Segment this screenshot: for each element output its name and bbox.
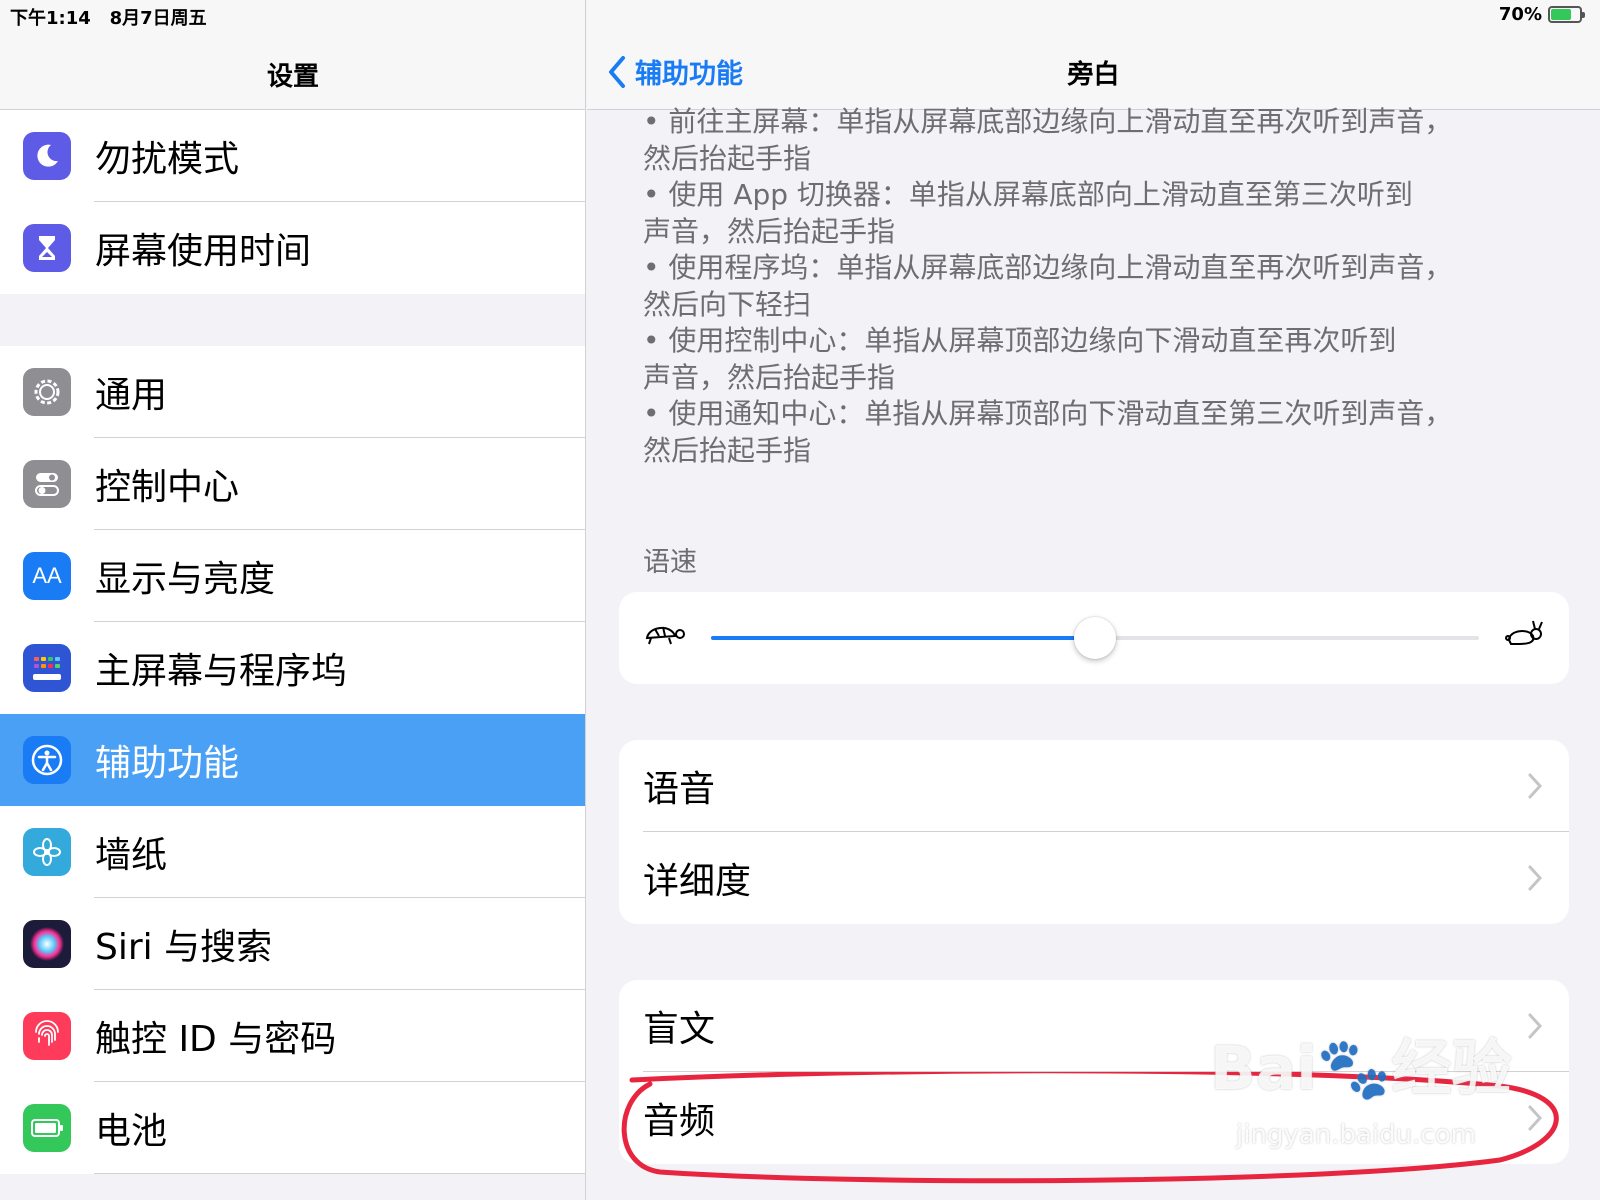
sidebar-item-do-not-disturb[interactable]: 勿扰模式 [0, 110, 585, 202]
voiceover-gesture-help: • 前往主屏幕：单指从屏幕底部边缘向上滑动直至再次听到声音， 然后抬起手指 • … [643, 104, 1543, 469]
row-divider [94, 1173, 585, 1174]
slider-fill [711, 636, 1095, 640]
row-label: 语音 [643, 769, 716, 810]
sidebar-item-label: 触控 ID 与密码 [95, 1019, 337, 1060]
help-line: • 使用通知中心：单指从屏幕顶部向下滑动直至第三次听到声音， [643, 397, 1453, 430]
sidebar-title: 设置 [266, 62, 319, 92]
sidebar-item-control-center[interactable]: 控制中心 [0, 438, 585, 530]
sidebar-item-label: 显示与亮度 [95, 559, 276, 600]
sidebar-item-siri-search[interactable]: Siri 与搜索 [0, 898, 585, 990]
watermark-brand-cn: 经验 [1391, 1034, 1512, 1104]
status-bar-right: 70% [1498, 4, 1585, 25]
battery-status-icon [1548, 6, 1585, 23]
flower-icon [23, 828, 71, 876]
help-line: • 使用程序坞：单指从屏幕底部边缘向上滑动直至再次听到声音， [643, 251, 1453, 284]
sidebar-item-label: 电池 [95, 1111, 168, 1152]
page-title: 旁白 [1067, 60, 1120, 90]
text-size-glyph: AA [32, 563, 62, 588]
battery-fill [1551, 9, 1571, 20]
watermark-url: jingyan.baidu.com [1236, 1120, 1476, 1150]
help-line: 然后向下轻扫 [643, 287, 812, 321]
sidebar-item-label: 主屏幕与程序坞 [95, 651, 348, 692]
sidebar-item-label: 勿扰模式 [95, 139, 240, 180]
status-date: 8月7日周五 [109, 8, 207, 29]
accessibility-icon [23, 736, 71, 784]
watermark-logo: Bai🐾经验 [1210, 1020, 1512, 1107]
row-label: 详细度 [643, 861, 752, 902]
help-line: 声音，然后抬起手指 [643, 214, 896, 248]
gear-icon [23, 368, 71, 416]
sidebar-group-2: 通用 控制中心 AA 显示与亮度 主屏幕与程序坞 辅助功能 墙纸 Siri 与搜… [0, 346, 585, 1174]
siri-icon [23, 920, 71, 968]
text-size-icon: AA [23, 552, 71, 600]
help-line: 然后抬起手指 [643, 141, 812, 175]
speech-rate-card [619, 592, 1569, 684]
status-bar-time: 下午1:14 8月7日周五 [10, 4, 207, 30]
sidebar-item-general[interactable]: 通用 [0, 346, 585, 438]
turtle-icon [641, 618, 687, 652]
watermark-brand: Bai [1210, 1034, 1317, 1104]
hourglass-icon [23, 224, 71, 272]
slider-thumb[interactable] [1074, 617, 1116, 659]
chevron-right-icon [1528, 773, 1543, 799]
grid-icon [23, 644, 71, 692]
sidebar-item-label: 控制中心 [95, 467, 240, 508]
help-line: • 前往主屏幕：单指从屏幕底部边缘向上滑动直至再次听到声音， [643, 105, 1453, 138]
speech-rate-label: 语速 [643, 547, 697, 578]
sidebar-item-label: 通用 [95, 375, 168, 416]
sidebar-item-label: 屏幕使用时间 [95, 231, 312, 272]
detail-header: 辅助功能 旁白 [587, 0, 1600, 110]
help-line: • 使用 App 切换器：单指从屏幕底部向上滑动直至第三次听到 [643, 178, 1413, 211]
sidebar-item-screen-time[interactable]: 屏幕使用时间 [0, 202, 585, 294]
moon-icon [23, 132, 71, 180]
voice-settings-card: 语音 详细度 [619, 740, 1569, 924]
sidebar-item-label: 辅助功能 [95, 743, 240, 784]
sidebar-item-label: Siri 与搜索 [95, 927, 273, 968]
sidebar-item-wallpaper[interactable]: 墙纸 [0, 806, 585, 898]
help-line: 声音，然后抬起手指 [643, 360, 896, 394]
chevron-right-icon [1528, 1013, 1543, 1039]
chevron-right-icon [1528, 865, 1543, 891]
sidebar-group-1: 勿扰模式 屏幕使用时间 [0, 110, 585, 294]
sidebar-item-label: 墙纸 [95, 835, 168, 876]
sidebar-item-touch-id-passcode[interactable]: 触控 ID 与密码 [0, 990, 585, 1082]
sidebar-item-accessibility[interactable]: 辅助功能 [0, 714, 585, 806]
help-line: • 使用控制中心：单指从屏幕顶部边缘向下滑动直至再次听到 [643, 324, 1397, 357]
sidebar-item-battery[interactable]: 电池 [0, 1082, 585, 1174]
verbosity-row[interactable]: 详细度 [619, 832, 1569, 924]
sidebar-item-display-brightness[interactable]: AA 显示与亮度 [0, 530, 585, 622]
rabbit-icon [1503, 618, 1547, 654]
speech-row[interactable]: 语音 [619, 740, 1569, 832]
battery-percent: 70% [1498, 4, 1542, 25]
settings-sidebar: 设置 勿扰模式 屏幕使用时间 通用 控制中心 AA 显示与亮度 主屏幕与程序坞 … [0, 0, 586, 1200]
battery-icon [23, 1104, 71, 1152]
fingerprint-icon [23, 1012, 71, 1060]
status-time: 下午1:14 [10, 8, 91, 29]
toggles-icon [23, 460, 71, 508]
watermark-paw-icon: 🐾 [1316, 1034, 1392, 1104]
help-line: 然后抬起手指 [643, 433, 812, 467]
row-label: 盲文 [643, 1009, 716, 1050]
speech-rate-slider[interactable] [711, 617, 1479, 659]
sidebar-item-home-screen-dock[interactable]: 主屏幕与程序坞 [0, 622, 585, 714]
